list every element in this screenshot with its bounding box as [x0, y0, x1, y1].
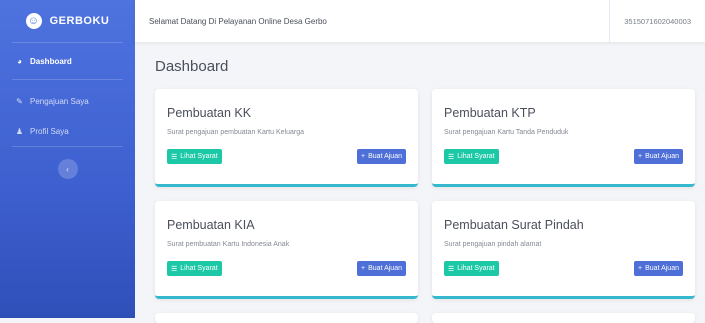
service-card-kk: Pembuatan KK Surat pengajuan pembuatan K… [155, 89, 418, 187]
sidebar-item-profil[interactable]: ♟ Profil Saya [0, 116, 135, 146]
button-label: Buat Ajuan [368, 265, 402, 272]
list-icon: ☰ [448, 153, 455, 161]
service-card-kia: Pembuatan KIA Surat pembuatan Kartu Indo… [155, 201, 418, 299]
chevron-left-icon: ‹ [66, 164, 69, 174]
smile-wink-icon: ☺ [25, 13, 42, 29]
user-icon: ♟ [15, 126, 24, 136]
buat-ajuan-button[interactable]: + Buat Ajuan [634, 261, 683, 276]
button-label: Buat Ajuan [645, 153, 679, 160]
plus-icon: + [361, 153, 366, 160]
button-label: Lihat Syarat [180, 265, 218, 272]
card-title: Pembuatan KTP [444, 106, 536, 120]
card-description: Surat pengajuan pembuatan Kartu Keluarga [167, 129, 304, 136]
lihat-syarat-button[interactable]: ☰ Lihat Syarat [167, 149, 222, 164]
plus-icon: + [361, 265, 366, 272]
buat-ajuan-button[interactable]: + Buat Ajuan [357, 149, 406, 164]
service-card-partial [432, 313, 695, 323]
sidebar-divider [12, 146, 123, 147]
topbar: Selamat Datang Di Pelayanan Online Desa … [135, 0, 705, 42]
topbar-title: Selamat Datang Di Pelayanan Online Desa … [149, 16, 327, 26]
sidebar-item-label: Pengajuan Saya [30, 96, 89, 106]
card-description: Surat pengajuan pindah alamat [444, 241, 542, 248]
dashboard-icon: ◕ [17, 56, 22, 66]
card-description: Surat pengajuan Kartu Tanda Penduduk [444, 129, 569, 136]
brand-name: GERBOKU [49, 15, 110, 27]
sidebar-item-dashboard[interactable]: ◕ Dashboard [0, 43, 135, 79]
user-dropdown[interactable]: 3515071602040003 [609, 0, 705, 42]
button-label: Buat Ajuan [368, 153, 402, 160]
plus-icon: + [638, 265, 643, 272]
edit-icon: ✎ [16, 96, 23, 106]
button-label: Buat Ajuan [645, 265, 679, 272]
sidebar-toggle-button[interactable]: ‹ [57, 159, 78, 179]
card-title: Pembuatan KK [167, 106, 252, 120]
service-card-surat-pindah: Pembuatan Surat Pindah Surat pengajuan p… [432, 201, 695, 299]
brand[interactable]: ☺ GERBOKU [0, 0, 135, 42]
service-card-partial [155, 313, 418, 323]
button-label: Lihat Syarat [180, 153, 218, 160]
card-title: Pembuatan KIA [167, 218, 255, 232]
list-icon: ☰ [171, 153, 178, 161]
card-description: Surat pembuatan Kartu Indonesia Anak [167, 241, 290, 248]
sidebar-item-pengajuan[interactable]: ✎ Pengajuan Saya [0, 86, 135, 116]
buat-ajuan-button[interactable]: + Buat Ajuan [634, 149, 683, 164]
buat-ajuan-button[interactable]: + Buat Ajuan [357, 261, 406, 276]
lihat-syarat-button[interactable]: ☰ Lihat Syarat [444, 149, 499, 164]
sidebar-item-label: Profil Saya [30, 126, 69, 136]
list-icon: ☰ [448, 265, 455, 273]
card-title: Pembuatan Surat Pindah [444, 218, 584, 232]
lihat-syarat-button[interactable]: ☰ Lihat Syarat [167, 261, 222, 276]
list-icon: ☰ [171, 265, 178, 273]
plus-icon: + [638, 153, 643, 160]
user-id: 3515071602040003 [624, 16, 691, 26]
button-label: Lihat Syarat [457, 153, 495, 160]
page-title: Dashboard [155, 58, 229, 75]
service-card-ktp: Pembuatan KTP Surat pengajuan Kartu Tand… [432, 89, 695, 187]
sidebar: ☺ GERBOKU ◕ Dashboard ✎ Pengajuan Saya ♟… [0, 0, 135, 318]
lihat-syarat-button[interactable]: ☰ Lihat Syarat [444, 261, 499, 276]
button-label: Lihat Syarat [457, 265, 495, 272]
sidebar-item-label: Dashboard [30, 56, 72, 66]
